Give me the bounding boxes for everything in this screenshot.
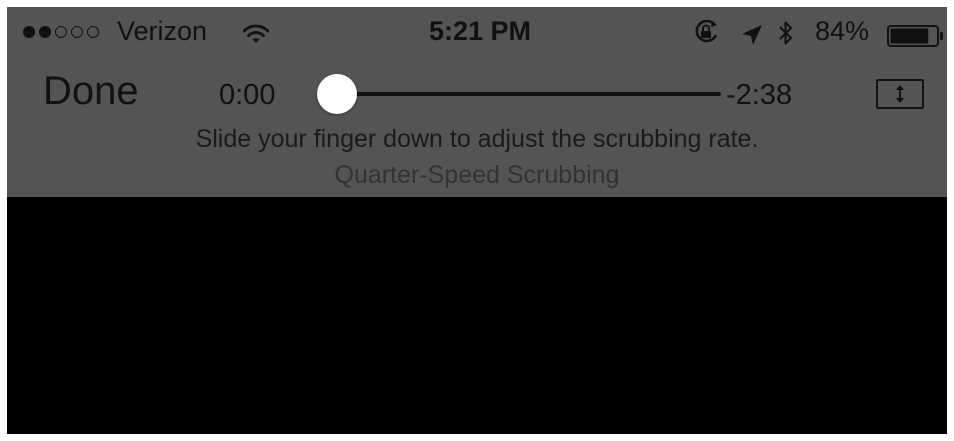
scrubber-thumb[interactable] [317, 74, 357, 114]
location-arrow-icon [741, 22, 763, 53]
elapsed-time: 0:00 [219, 79, 276, 111]
aspect-ratio-button[interactable] [876, 79, 924, 109]
scrubber-track[interactable] [317, 92, 721, 96]
signal-dot [87, 26, 99, 38]
battery-percentage: 84% [815, 16, 870, 46]
scrubbing-speed-label: Quarter-Speed Scrubbing [334, 161, 620, 189]
done-button[interactable]: Done [43, 69, 139, 114]
status-time: 5:21 PM [429, 16, 532, 46]
video-player-screen: Verizon 5:21 PM 84% Done 0:00 -2:38 Slid… [7, 7, 947, 434]
bluetooth-icon [777, 19, 795, 54]
scrubbing-hint-text: Slide your finger down to adjust the scr… [195, 125, 759, 153]
remaining-time: -2:38 [726, 79, 793, 111]
rotation-lock-icon [693, 19, 721, 53]
signal-dot [23, 26, 35, 38]
player-top-bar: Verizon 5:21 PM 84% Done 0:00 -2:38 Slid… [7, 7, 947, 197]
wifi-icon [242, 21, 270, 52]
signal-dot [55, 26, 67, 38]
signal-dot [39, 26, 51, 38]
carrier-name: Verizon [117, 16, 208, 46]
video-area[interactable] [7, 197, 947, 434]
signal-strength-indicator [23, 26, 99, 38]
battery-icon [887, 23, 943, 47]
status-bar: Verizon 5:21 PM 84% [7, 7, 947, 59]
expand-vertical-icon [896, 85, 904, 103]
signal-dot [71, 26, 83, 38]
